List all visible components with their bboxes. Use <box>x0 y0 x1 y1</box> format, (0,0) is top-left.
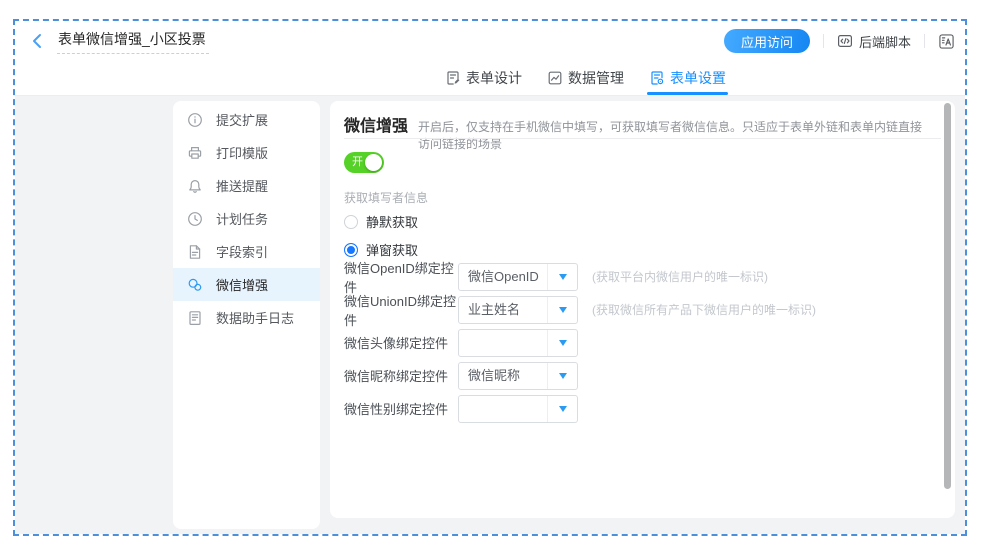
sidebar-item-push-reminder[interactable]: 推送提醒 <box>173 169 320 202</box>
printer-icon <box>187 145 203 161</box>
toggle-knob <box>365 154 382 171</box>
sidebar-item-wechat-enhance[interactable]: 微信增强 <box>173 268 320 301</box>
backend-script-label: 后端脚本 <box>859 32 911 51</box>
sidebar-item-print-template[interactable]: 打印模版 <box>173 136 320 169</box>
radio-label: 弹窗获取 <box>366 240 418 259</box>
vertical-scrollbar[interactable] <box>944 103 951 489</box>
select-value: 业主姓名 <box>459 297 547 323</box>
bell-icon <box>187 178 203 194</box>
field-avatar-binding: 微信头像绑定控件 <box>344 326 941 359</box>
tab-label: 数据管理 <box>568 68 624 88</box>
field-hint: (获取平台内微信用户的唯一标识) <box>592 268 768 285</box>
code-icon <box>837 33 853 49</box>
tab-bar: 表单设计 数据管理 表单设置 <box>15 61 965 96</box>
field-unionid-binding: 微信UnionID绑定控件 业主姓名 (获取微信所有产品下微信用户的唯一标识) <box>344 293 941 326</box>
gender-select[interactable] <box>458 395 578 423</box>
select-arrow[interactable] <box>547 297 577 323</box>
panel-header: 微信增强 开启后，仅支持在手机微信中填写，可获取填写者微信信息。只适应于表单外链… <box>344 112 929 152</box>
backend-script-button[interactable]: 后端脚本 <box>837 32 911 51</box>
select-value: 微信昵称 <box>459 363 547 389</box>
form-design-icon <box>445 70 461 86</box>
divider <box>344 138 941 139</box>
top-bar-actions: 应用访问 后端脚本 <box>724 29 955 53</box>
select-value <box>459 396 547 422</box>
filler-info-section-label: 获取填写者信息 <box>344 189 428 206</box>
radio-circle-icon[interactable] <box>344 215 358 229</box>
tab-label: 表单设置 <box>670 68 726 88</box>
tab-label: 表单设计 <box>466 68 522 88</box>
tab-form-design[interactable]: 表单设计 <box>443 61 524 95</box>
chevron-down-icon <box>559 340 567 346</box>
select-arrow[interactable] <box>547 363 577 389</box>
clock-icon <box>187 211 203 227</box>
sidebar-item-label: 计划任务 <box>216 209 268 228</box>
content-area: 提交扩展 打印模版 推送提醒 计划任务 <box>15 96 965 534</box>
toggle-on-label: 开 <box>352 152 363 173</box>
select-arrow[interactable] <box>547 396 577 422</box>
sidebar-item-label: 字段索引 <box>216 242 268 261</box>
app-window: 表单微信增强_小区投票 应用访问 后端脚本 <box>13 19 967 536</box>
wechat-enhance-toggle[interactable]: 开 <box>344 152 384 173</box>
tabs: 表单设计 数据管理 表单设置 <box>443 61 728 95</box>
sidebar-item-label: 数据助手日志 <box>216 308 294 327</box>
sidebar-item-label: 微信增强 <box>216 275 268 294</box>
nickname-select[interactable]: 微信昵称 <box>458 362 578 390</box>
radio-circle-icon[interactable] <box>344 243 358 257</box>
form-settings-icon <box>649 70 665 86</box>
settings-sidebar: 提交扩展 打印模版 推送提醒 计划任务 <box>173 101 320 529</box>
data-management-icon <box>547 70 563 86</box>
radio-label: 静默获取 <box>366 212 418 231</box>
field-gender-binding: 微信性别绑定控件 <box>344 392 941 425</box>
tab-form-settings[interactable]: 表单设置 <box>647 61 728 95</box>
chevron-left-icon <box>30 33 44 49</box>
field-hint: (获取微信所有产品下微信用户的唯一标识) <box>592 301 816 318</box>
chevron-down-icon <box>559 406 567 412</box>
sidebar-item-label: 打印模版 <box>216 143 268 162</box>
sidebar-item-field-index[interactable]: 字段索引 <box>173 235 320 268</box>
sidebar-item-submit-extension[interactable]: 提交扩展 <box>173 103 320 136</box>
field-openid-binding: 微信OpenID绑定控件 微信OpenID (获取平台内微信用户的唯一标识) <box>344 260 941 293</box>
app-access-button[interactable]: 应用访问 <box>724 29 810 53</box>
sidebar-item-scheduled-tasks[interactable]: 计划任务 <box>173 202 320 235</box>
divider <box>823 34 824 48</box>
radio-silent-fetch[interactable]: 静默获取 <box>344 212 418 231</box>
select-value: 微信OpenID <box>459 264 547 290</box>
select-arrow[interactable] <box>547 264 577 290</box>
sidebar-item-label: 推送提醒 <box>216 176 268 195</box>
translate-icon <box>938 33 955 50</box>
select-arrow[interactable] <box>547 330 577 356</box>
log-icon <box>187 310 203 326</box>
divider <box>924 34 925 48</box>
field-label: 微信UnionID绑定控件 <box>344 291 458 329</box>
translate-button[interactable] <box>938 33 955 50</box>
unionid-select[interactable]: 业主姓名 <box>458 296 578 324</box>
back-button[interactable] <box>28 32 46 50</box>
sidebar-item-data-assistant-log[interactable]: 数据助手日志 <box>173 301 320 334</box>
chevron-down-icon <box>559 373 567 379</box>
field-label: 微信昵称绑定控件 <box>344 366 458 385</box>
info-icon <box>187 112 203 128</box>
openid-select[interactable]: 微信OpenID <box>458 263 578 291</box>
wechat-icon <box>187 277 203 293</box>
chevron-down-icon <box>559 274 567 280</box>
avatar-select[interactable] <box>458 329 578 357</box>
chevron-down-icon <box>559 307 567 313</box>
form-title[interactable]: 表单微信增强_小区投票 <box>57 28 209 54</box>
radio-popup-fetch[interactable]: 弹窗获取 <box>344 240 418 259</box>
top-bar: 表单微信增强_小区投票 应用访问 后端脚本 <box>15 21 965 61</box>
tab-data-management[interactable]: 数据管理 <box>545 61 626 95</box>
wechat-enhance-panel: 微信增强 开启后，仅支持在手机微信中填写，可获取填写者微信信息。只适应于表单外链… <box>330 101 955 518</box>
field-label: 微信头像绑定控件 <box>344 333 458 352</box>
sidebar-item-label: 提交扩展 <box>216 110 268 129</box>
select-value <box>459 330 547 356</box>
field-nickname-binding: 微信昵称绑定控件 微信昵称 <box>344 359 941 392</box>
file-icon <box>187 244 203 260</box>
panel-title: 微信增强 <box>344 112 408 136</box>
binding-fields: 微信OpenID绑定控件 微信OpenID (获取平台内微信用户的唯一标识) 微… <box>344 260 941 425</box>
panel-description: 开启后，仅支持在手机微信中填写，可获取填写者微信信息。只适应于表单外链和表单内链… <box>418 118 929 152</box>
field-label: 微信性别绑定控件 <box>344 399 458 418</box>
